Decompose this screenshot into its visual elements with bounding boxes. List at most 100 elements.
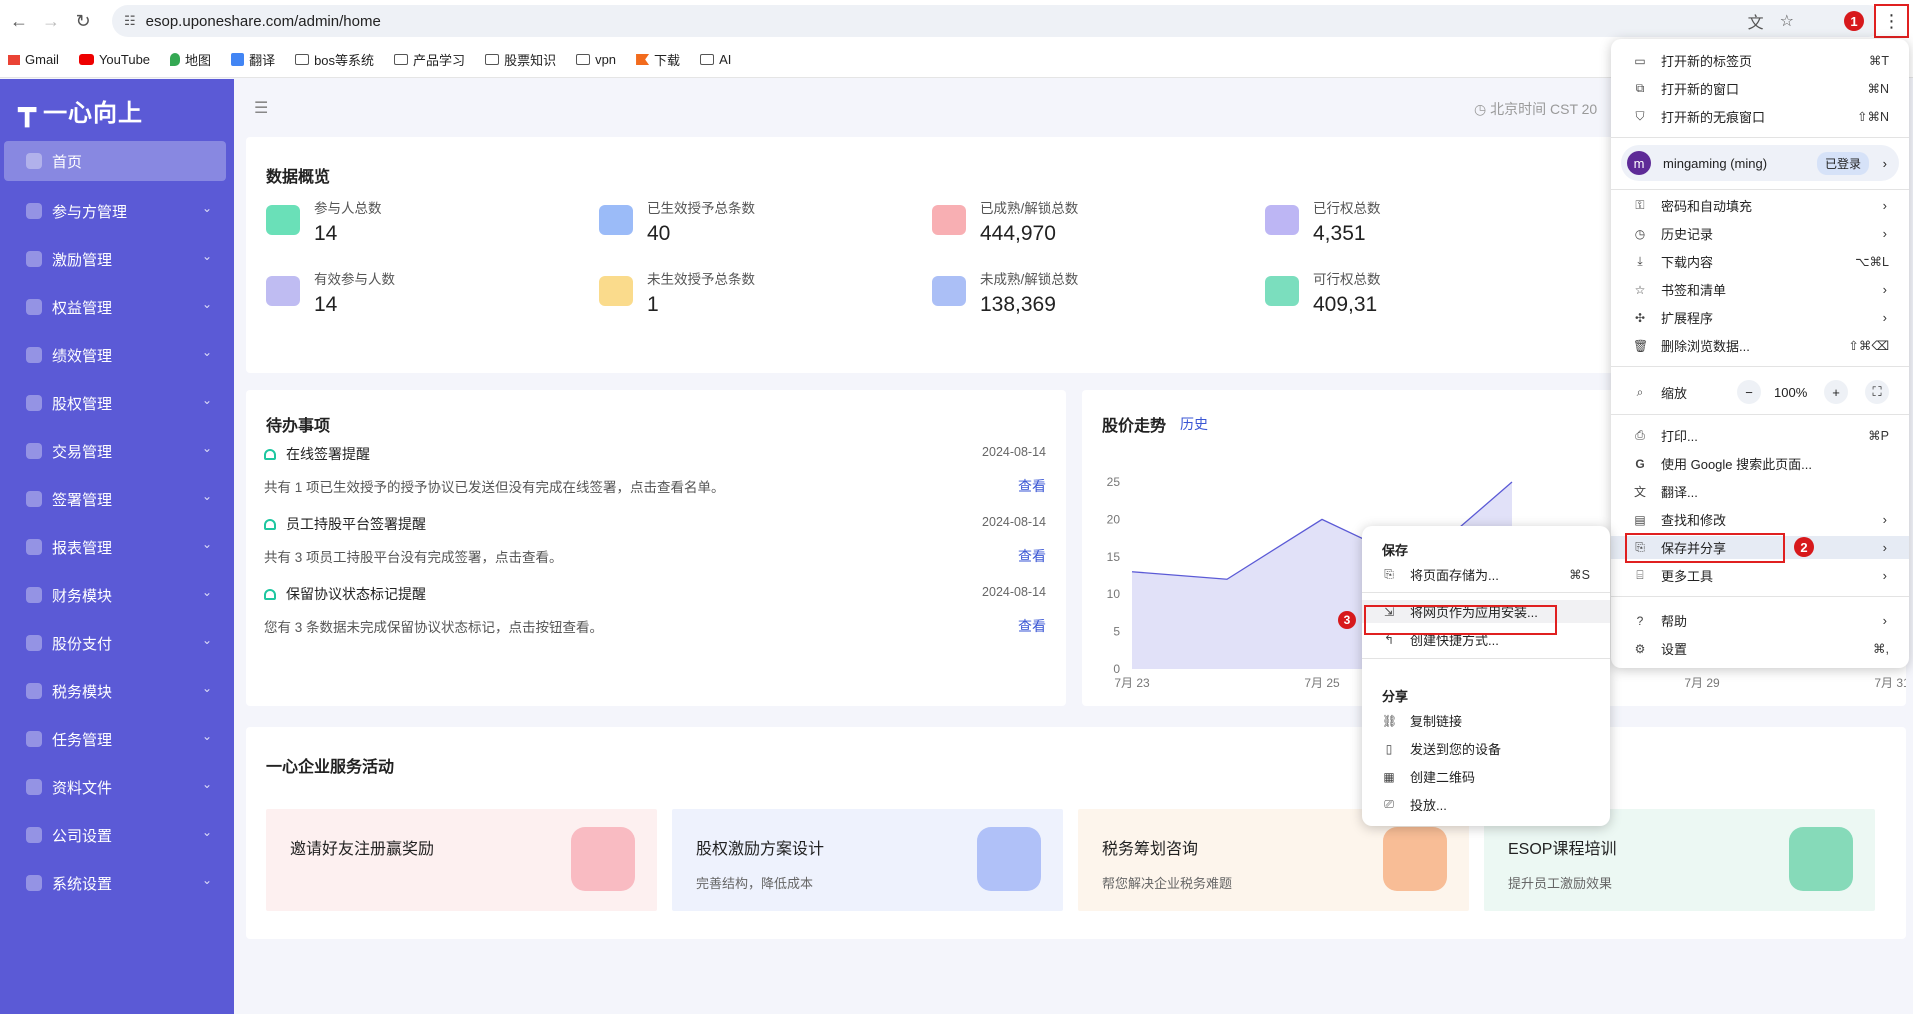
- bookmark-youtube[interactable]: YouTube: [78, 52, 150, 67]
- bookmark-product[interactable]: 产品学习: [394, 50, 465, 69]
- reload-icon[interactable]: ↻: [70, 8, 96, 34]
- menu-print[interactable]: ⎙ 打印... ⌘P: [1611, 424, 1909, 447]
- chevron-down-icon: ⌄: [201, 537, 212, 551]
- link-icon: ⛓: [1382, 713, 1398, 728]
- menu-item-icon: [26, 587, 42, 603]
- activity-card[interactable]: 股权激励方案设计 完善结构，降低成本: [672, 809, 1063, 911]
- map-pin-icon: [170, 53, 181, 66]
- save-share-submenu: 保存 ⎘ 将页面存储为... ⌘S ⇲ 将网页作为应用安装... ↰ 创建快捷方式...…: [1362, 526, 1610, 826]
- sidebar-item[interactable]: 报表管理 ⌄: [0, 523, 234, 571]
- sidebar-item[interactable]: 首页: [4, 141, 226, 181]
- x-tick-label: 7月 23: [1114, 676, 1150, 690]
- sidebar-item[interactable]: 绩效管理 ⌄: [0, 331, 234, 379]
- activity-illustration: [571, 827, 635, 891]
- stat-icon: [266, 205, 300, 235]
- menu-extensions[interactable]: ✣ 扩展程序 ›: [1611, 306, 1909, 329]
- stat-value: 1: [647, 293, 659, 316]
- activity-card[interactable]: 邀请好友注册赢奖励: [266, 809, 657, 911]
- chevron-down-icon: ⌄: [201, 633, 212, 647]
- zoom-in-button[interactable]: +: [1824, 380, 1848, 404]
- menu-history[interactable]: ◷ 历史记录 ›: [1611, 222, 1909, 245]
- address-bar[interactable]: ☷ esop.uponeshare.com/admin/home 文 ☆: [112, 5, 1884, 37]
- forward-icon[interactable]: →: [38, 8, 64, 34]
- sidebar-item[interactable]: 税务模块 ⌄: [0, 667, 234, 715]
- menu-new-window[interactable]: ⧉ 打开新的窗口 ⌘N: [1611, 77, 1909, 100]
- sidebar-item[interactable]: 系统设置 ⌄: [0, 859, 234, 907]
- sidebar-item[interactable]: 财务模块 ⌄: [0, 571, 234, 619]
- url-text[interactable]: esop.uponeshare.com/admin/home: [146, 13, 381, 30]
- y-tick-label: 15: [1107, 550, 1121, 564]
- signed-in-badge: 已登录: [1816, 151, 1869, 175]
- menu-clear-data[interactable]: 🗑 删除浏览数据... ⇧⌘⌫: [1611, 334, 1909, 357]
- menu-passwords[interactable]: ⚿ 密码和自动填充 ›: [1611, 194, 1909, 217]
- todo-view-link[interactable]: 查看: [1018, 476, 1046, 496]
- site-settings-icon[interactable]: ☷: [124, 13, 136, 29]
- new-window-icon: ⧉: [1635, 81, 1645, 95]
- sidebar-item[interactable]: 资料文件 ⌄: [0, 763, 234, 811]
- sidebar-item[interactable]: 激励管理 ⌄: [0, 235, 234, 283]
- back-icon[interactable]: ←: [6, 8, 32, 34]
- menu-find[interactable]: ▤ 查找和修改 ›: [1611, 508, 1909, 531]
- todo-view-link[interactable]: 查看: [1018, 616, 1046, 636]
- chevron-right-icon: ›: [1882, 282, 1887, 297]
- chrome-menu-button[interactable]: ⋮: [1874, 4, 1909, 38]
- bookmark-download[interactable]: 下载: [636, 50, 680, 69]
- stat-value: 444,970: [980, 222, 1056, 245]
- bookmark-ai[interactable]: AI: [700, 52, 731, 67]
- zoom-out-button[interactable]: −: [1737, 380, 1761, 404]
- submenu-cast[interactable]: ⎚ 投放...: [1362, 793, 1610, 816]
- qr-code-icon: ▦: [1383, 769, 1395, 784]
- trash-icon: 🗑: [1633, 338, 1649, 353]
- menu-profile[interactable]: m mingaming (ming) 已登录 ›: [1621, 145, 1899, 181]
- stat-icon: [266, 276, 300, 306]
- new-tab-icon: ▭: [1634, 53, 1646, 68]
- x-tick-label: 7月 31: [1874, 676, 1906, 690]
- sidebar-item[interactable]: 公司设置 ⌄: [0, 811, 234, 859]
- menu-help[interactable]: ? 帮助 ›: [1611, 609, 1909, 632]
- sidebar-item[interactable]: 任务管理 ⌄: [0, 715, 234, 763]
- kebab-icon: ⋮: [1882, 10, 1901, 31]
- bookmark-maps[interactable]: 地图: [170, 50, 211, 69]
- todo-date: 2024-08-14: [982, 515, 1046, 529]
- menu-bookmarks[interactable]: ☆ 书签和清单 ›: [1611, 278, 1909, 301]
- sidebar-item[interactable]: 权益管理 ⌄: [0, 283, 234, 331]
- menu-item-icon: [26, 443, 42, 459]
- chevron-down-icon: ⌄: [201, 249, 212, 263]
- bookmark-vpn[interactable]: vpn: [576, 52, 616, 67]
- app-logo[interactable]: ┳ 一心向上: [0, 79, 234, 141]
- stat-icon: [599, 205, 633, 235]
- submenu-send-device[interactable]: ▯ 发送到您的设备: [1362, 737, 1610, 760]
- sidebar-item[interactable]: 签署管理 ⌄: [0, 475, 234, 523]
- menu-incognito[interactable]: ⛉ 打开新的无痕窗口 ⇧⌘N: [1611, 105, 1909, 128]
- menu-translate[interactable]: 文翻译...: [1611, 480, 1909, 503]
- menu-item-icon: [26, 731, 42, 747]
- sidebar-item[interactable]: 交易管理 ⌄: [0, 427, 234, 475]
- todo-card: 待办事项 在线签署提醒 2024-08-14 共有 1 项已生效授予的授予协议已发送…: [246, 390, 1066, 706]
- menu-downloads[interactable]: ⤓ 下载内容 ⌥⌘L: [1611, 250, 1909, 273]
- todo-date: 2024-08-14: [982, 445, 1046, 459]
- beijing-time: ◷ 北京时间 CST 20: [1474, 101, 1598, 117]
- submenu-copy-link[interactable]: ⛓ 复制链接: [1362, 709, 1610, 732]
- sidebar-item[interactable]: 股份支付 ⌄: [0, 619, 234, 667]
- menu-more-tools[interactable]: ⌸ 更多工具 ›: [1611, 564, 1909, 587]
- fullscreen-button[interactable]: ⛶: [1865, 380, 1889, 404]
- menu-google-search[interactable]: G 使用 Google 搜索此页面...: [1611, 452, 1909, 475]
- submenu-qr-code[interactable]: ▦ 创建二维码: [1362, 765, 1610, 788]
- bookmark-translate[interactable]: 翻译: [231, 50, 275, 69]
- bookmark-star-icon[interactable]: ☆: [1780, 11, 1794, 31]
- submenu-save-page[interactable]: ⎘ 将页面存储为... ⌘S: [1362, 563, 1610, 586]
- todo-view-link[interactable]: 查看: [1018, 546, 1046, 566]
- menu-new-tab[interactable]: ▭ 打开新的标签页 ⌘T: [1611, 49, 1909, 72]
- translate-icon[interactable]: 文: [1748, 9, 1764, 33]
- bookmark-stock[interactable]: 股票知识: [485, 50, 556, 69]
- chevron-down-icon: ⌄: [201, 393, 212, 407]
- bookmark-bos[interactable]: bos等系统: [295, 50, 374, 69]
- menu-item-icon: [26, 347, 42, 363]
- activity-illustration: [1383, 827, 1447, 891]
- collapse-sidebar-icon[interactable]: ☰: [254, 98, 268, 118]
- google-icon: G: [1635, 456, 1645, 471]
- sidebar-item[interactable]: 股权管理 ⌄: [0, 379, 234, 427]
- menu-settings[interactable]: ⚙ 设置 ⌘,: [1611, 637, 1909, 660]
- bookmark-gmail[interactable]: Gmail: [8, 52, 59, 67]
- sidebar-item[interactable]: 参与方管理 ⌄: [0, 187, 234, 235]
